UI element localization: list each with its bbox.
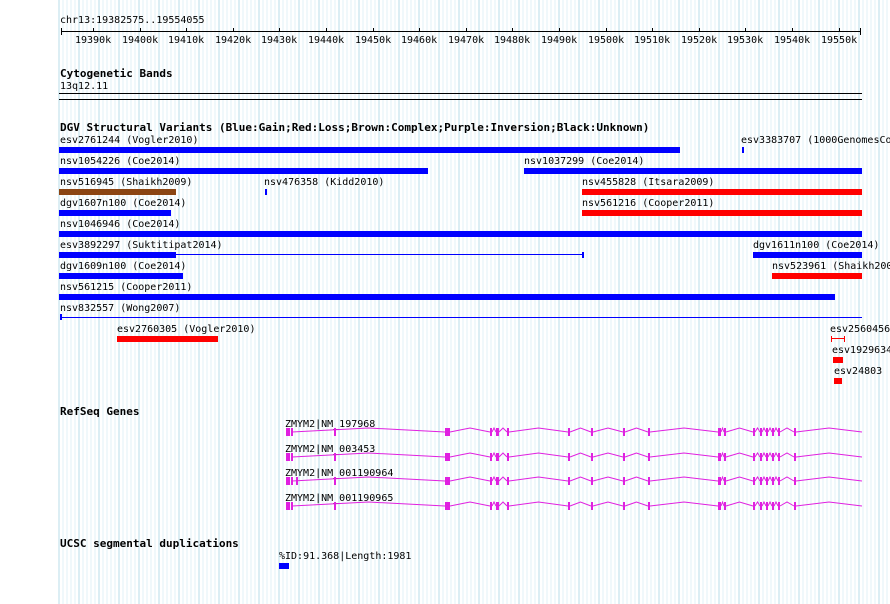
exon — [760, 502, 762, 510]
exon — [648, 502, 650, 510]
exon — [445, 477, 450, 485]
exon — [591, 428, 593, 436]
intron-line — [291, 475, 863, 482]
exon — [724, 477, 726, 485]
exon — [334, 477, 336, 485]
exon — [291, 428, 293, 436]
exon — [753, 502, 755, 510]
segdup-bar[interactable] — [279, 563, 289, 569]
exon — [496, 477, 499, 485]
exon — [794, 477, 796, 485]
exon — [766, 453, 768, 461]
exon — [760, 428, 762, 436]
exon — [291, 453, 293, 461]
exon — [760, 453, 762, 461]
exon — [568, 428, 570, 436]
exon — [507, 428, 509, 436]
gene-models — [286, 426, 863, 510]
exon — [753, 453, 755, 461]
exon — [778, 477, 780, 485]
exon — [778, 502, 780, 510]
exon — [591, 502, 593, 510]
exon — [772, 453, 774, 461]
exon — [568, 502, 570, 510]
exon — [496, 453, 499, 461]
exon — [286, 453, 290, 461]
exon — [724, 428, 726, 436]
exon — [766, 428, 768, 436]
genome-browser-view: chr13:19382575..19554055 19390k 19400k 194… — [0, 0, 890, 604]
exon — [286, 477, 290, 485]
exon — [334, 428, 336, 436]
intron-line — [291, 451, 863, 458]
exon — [648, 477, 650, 485]
exon — [507, 477, 509, 485]
exon — [772, 502, 774, 510]
exon — [334, 502, 336, 510]
exon — [490, 453, 492, 461]
exon — [507, 453, 509, 461]
exon — [718, 428, 721, 436]
exon — [507, 502, 509, 510]
exon — [766, 502, 768, 510]
exon — [718, 477, 721, 485]
exon — [568, 477, 570, 485]
exon — [778, 453, 780, 461]
exon — [490, 477, 492, 485]
exon — [718, 502, 721, 510]
exon — [490, 502, 492, 510]
exon — [623, 502, 625, 510]
exon — [291, 477, 293, 485]
exon — [623, 477, 625, 485]
exon — [496, 428, 499, 436]
exon — [445, 428, 450, 436]
exon — [286, 428, 290, 436]
exon — [794, 502, 796, 510]
exon — [490, 428, 492, 436]
exon — [760, 477, 762, 485]
exon — [766, 477, 768, 485]
exon — [291, 502, 293, 510]
exon — [648, 453, 650, 461]
intron-line — [291, 500, 863, 507]
exon — [623, 428, 625, 436]
exon — [753, 477, 755, 485]
exon — [591, 477, 593, 485]
exon — [778, 428, 780, 436]
exon — [591, 453, 593, 461]
exon — [296, 477, 298, 485]
exon — [724, 453, 726, 461]
exon — [623, 453, 625, 461]
segdup-track-title: UCSC segmental duplications — [60, 537, 239, 550]
exon — [445, 453, 450, 461]
intron-line — [291, 426, 863, 433]
exon — [724, 502, 726, 510]
exon — [568, 453, 570, 461]
exon — [648, 428, 650, 436]
segdup-label[interactable]: %ID:91.368|Length:1981 — [279, 551, 411, 562]
exon — [496, 502, 499, 510]
exon — [445, 502, 450, 510]
exon — [286, 502, 290, 510]
exon — [753, 428, 755, 436]
exon — [718, 453, 721, 461]
exon — [794, 453, 796, 461]
exon — [772, 477, 774, 485]
exon — [772, 428, 774, 436]
exon — [794, 428, 796, 436]
exon — [334, 453, 336, 461]
